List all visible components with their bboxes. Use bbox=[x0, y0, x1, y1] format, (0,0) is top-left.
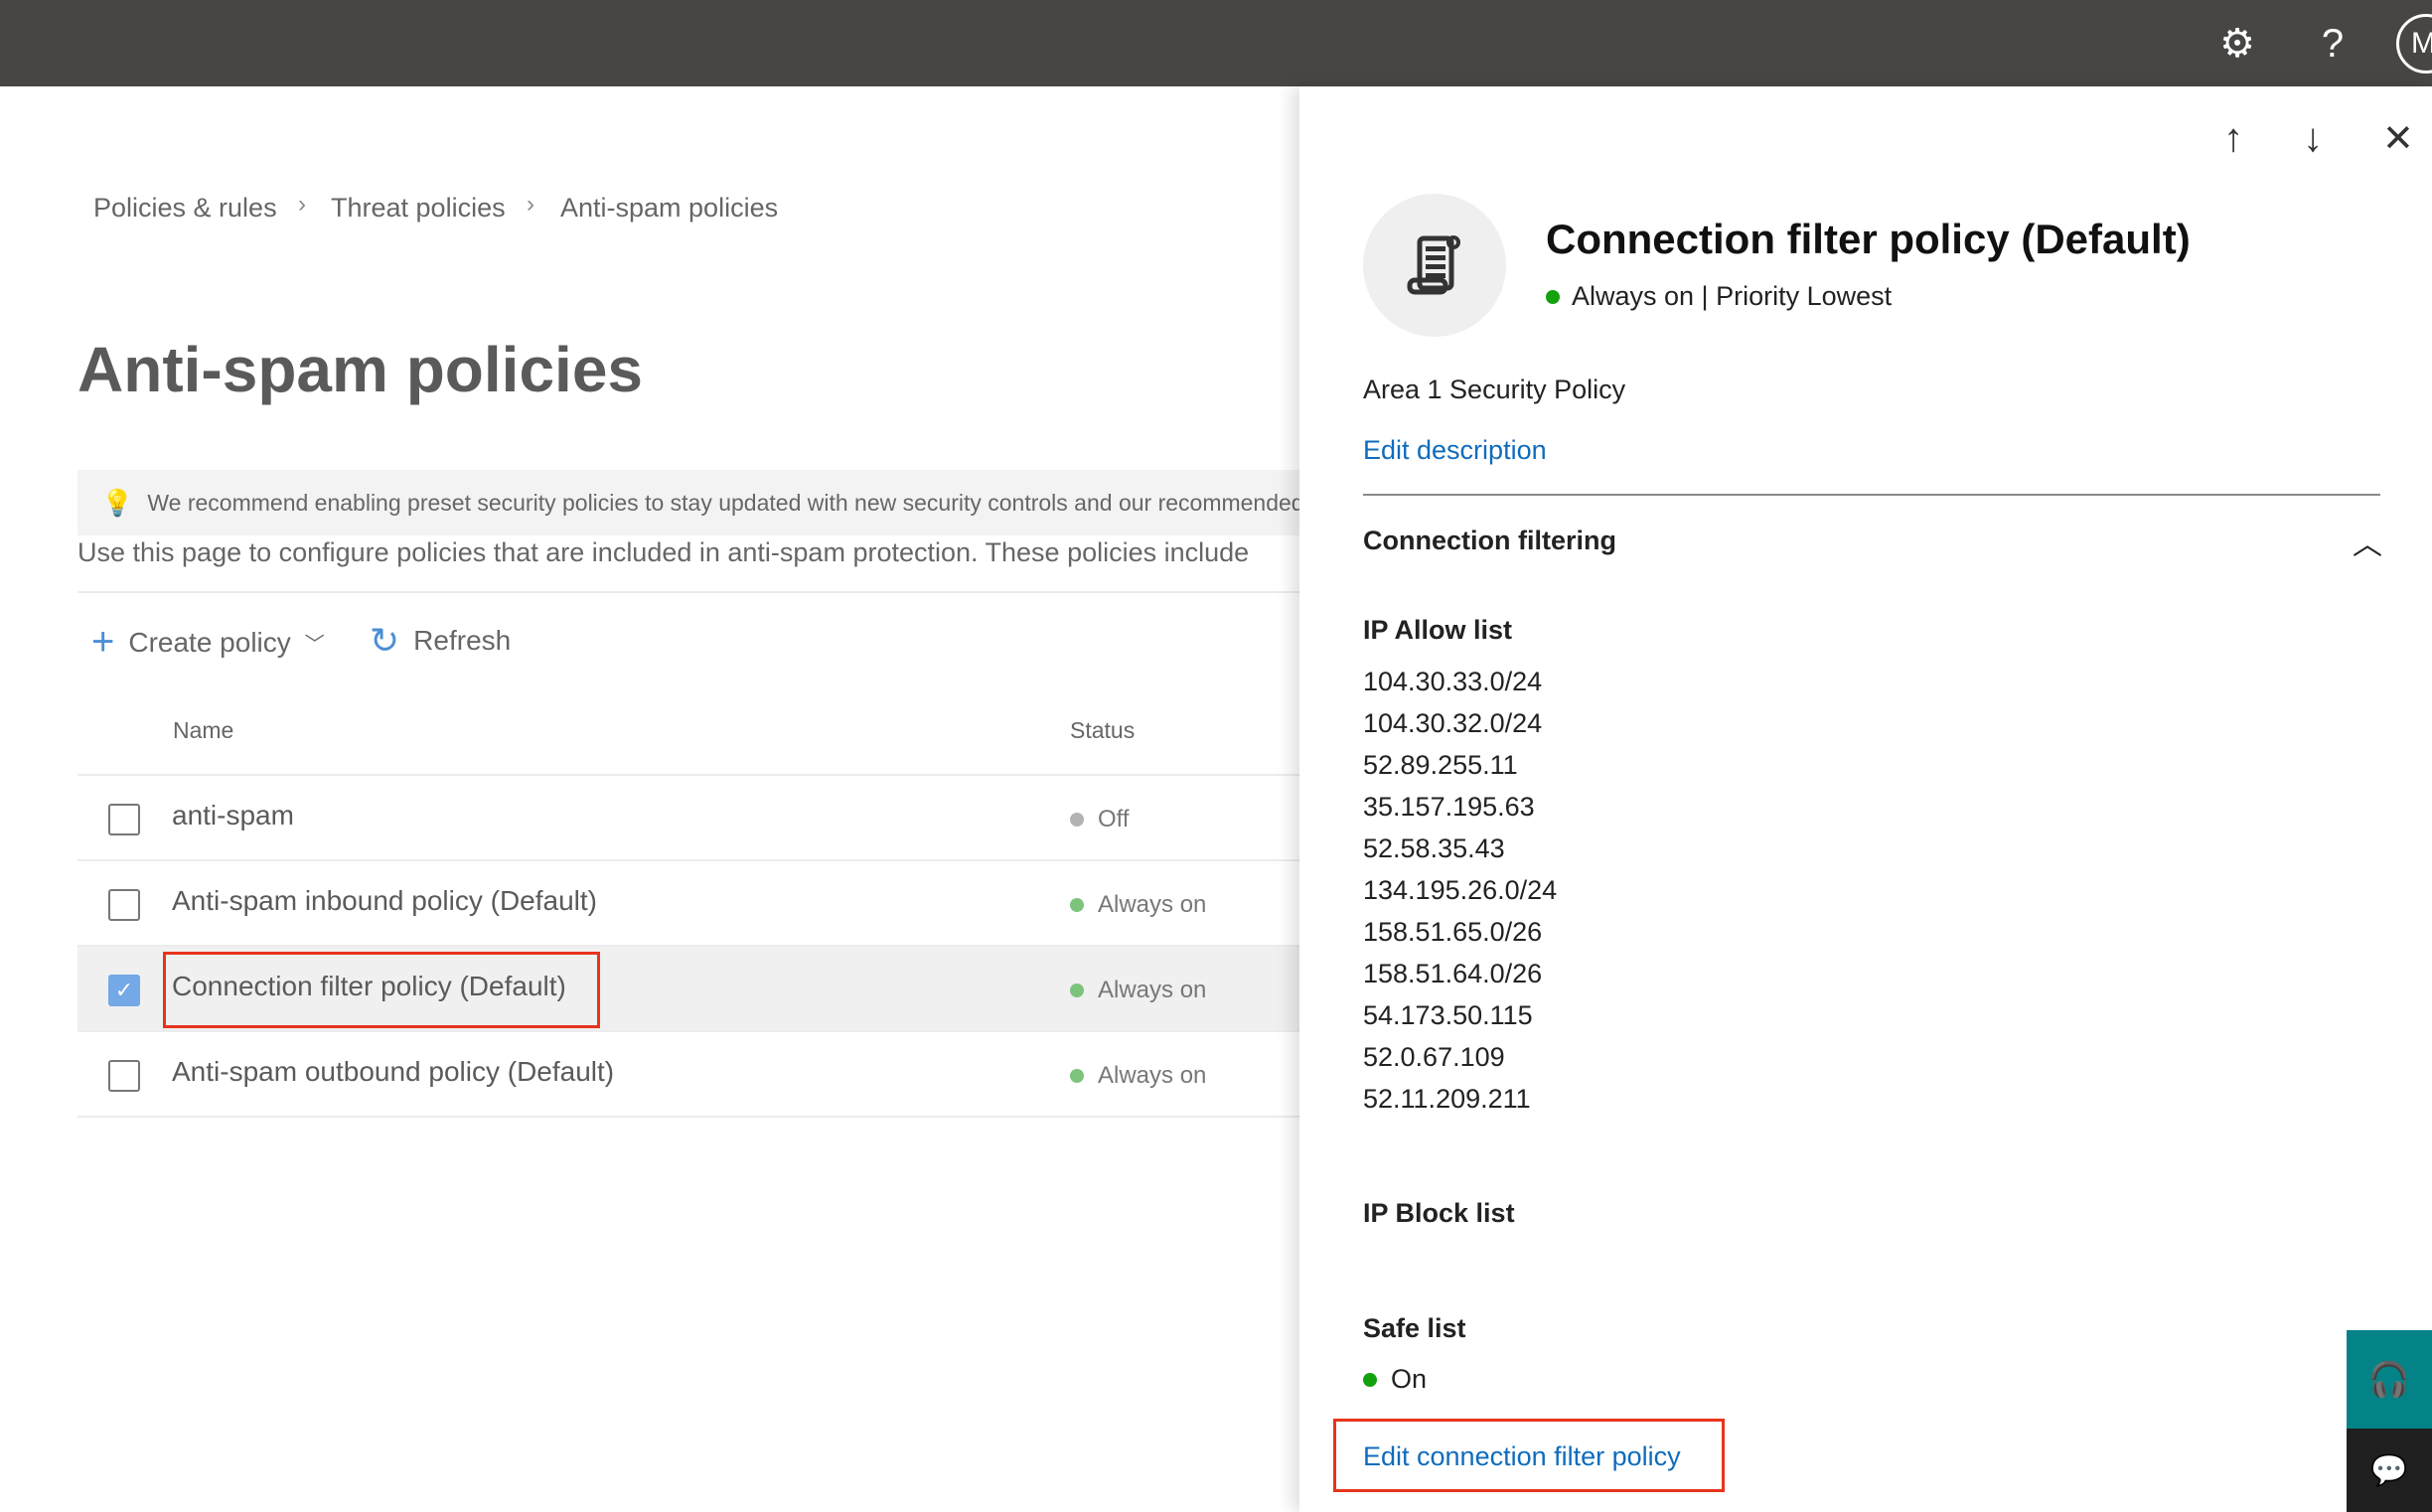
panel-title: Connection filter policy (Default) bbox=[1546, 216, 2191, 262]
row-status: Always on bbox=[1070, 977, 1206, 1004]
row-status: Off bbox=[1070, 806, 1130, 833]
column-header-name[interactable]: Name bbox=[173, 717, 233, 744]
recommendation-banner: 💡 We recommend enabling preset security … bbox=[77, 470, 1309, 535]
feedback-button[interactable]: 💬 bbox=[2347, 1429, 2432, 1512]
panel-status: Always on | Priority Lowest bbox=[1546, 281, 1892, 312]
row-status: Always on bbox=[1070, 1062, 1206, 1090]
ip-allow-entry: 52.89.255.11 bbox=[1363, 750, 1518, 780]
ip-allow-entry: 104.30.32.0/24 bbox=[1363, 708, 1543, 738]
policy-scroll-icon bbox=[1363, 194, 1506, 337]
banner-text: We recommend enabling preset security po… bbox=[147, 489, 1309, 516]
create-policy-button[interactable]: + Create policy ﹀ bbox=[91, 620, 325, 665]
ip-allow-entry: 134.195.26.0/24 bbox=[1363, 875, 1558, 905]
top-bar: ⚙ ? M bbox=[0, 0, 2432, 86]
lightbulb-icon: 💡 bbox=[101, 487, 134, 518]
table-row[interactable]: Anti-spam outbound policy (Default) Alwa… bbox=[77, 1032, 1309, 1118]
refresh-icon: ↻ bbox=[370, 620, 400, 661]
connection-filtering-header[interactable]: Connection filtering bbox=[1363, 526, 1616, 556]
refresh-button[interactable]: ↻ Refresh bbox=[370, 620, 511, 662]
panel-status-text: Always on | Priority Lowest bbox=[1572, 281, 1893, 311]
page-title: Anti-spam policies bbox=[77, 334, 643, 405]
status-dot-icon bbox=[1070, 898, 1084, 912]
status-dot-icon bbox=[1070, 983, 1084, 997]
safe-list-status: On bbox=[1363, 1364, 1427, 1395]
previous-item-arrow-icon[interactable]: ↑ bbox=[2223, 116, 2243, 161]
next-item-arrow-icon[interactable]: ↓ bbox=[2303, 116, 2323, 161]
row-checkbox[interactable] bbox=[108, 889, 140, 921]
avatar[interactable]: M bbox=[2396, 14, 2432, 74]
ip-allow-entry: 52.11.209.211 bbox=[1363, 1084, 1531, 1114]
close-icon[interactable]: ✕ bbox=[2382, 116, 2414, 161]
table-row[interactable]: anti-spam Off bbox=[77, 776, 1309, 861]
ip-allow-entry: 52.58.35.43 bbox=[1363, 833, 1505, 863]
ip-allow-entry: 54.173.50.115 bbox=[1363, 1000, 1533, 1030]
ip-allow-list: 104.30.33.0/24 104.30.32.0/24 52.89.255.11… bbox=[1363, 661, 1557, 1120]
row-status-text: Off bbox=[1098, 806, 1130, 832]
column-header-status[interactable]: Status bbox=[1070, 717, 1135, 744]
support-headset-button[interactable]: 🎧 bbox=[2347, 1330, 2432, 1429]
breadcrumb-separator-icon: › bbox=[527, 191, 534, 218]
row-name[interactable]: Anti-spam inbound policy (Default) bbox=[172, 885, 597, 917]
create-policy-label: Create policy bbox=[128, 626, 291, 658]
plus-icon: + bbox=[91, 620, 115, 664]
refresh-label: Refresh bbox=[413, 625, 512, 656]
ip-allow-entry: 158.51.64.0/26 bbox=[1363, 959, 1543, 988]
safe-list-value: On bbox=[1391, 1364, 1428, 1394]
row-status: Always on bbox=[1070, 891, 1206, 919]
help-icon[interactable]: ? bbox=[2307, 18, 2358, 70]
breadcrumb-anti-spam: Anti-spam policies bbox=[560, 193, 779, 223]
ip-allow-entry: 35.157.195.63 bbox=[1363, 792, 1535, 822]
highlight-box bbox=[1333, 1419, 1725, 1492]
avatar-initial: M bbox=[2411, 27, 2432, 60]
status-dot-icon bbox=[1070, 1069, 1084, 1083]
row-name[interactable]: anti-spam bbox=[172, 800, 294, 832]
policy-description: Area 1 Security Policy bbox=[1363, 375, 1626, 404]
highlight-box bbox=[163, 952, 600, 1028]
feedback-chat-icon: 💬 bbox=[2370, 1453, 2408, 1487]
chevron-down-icon: ﹀ bbox=[304, 634, 325, 656]
divider bbox=[77, 591, 1309, 593]
ip-allow-entry: 104.30.33.0/24 bbox=[1363, 667, 1543, 696]
divider bbox=[1363, 494, 2380, 496]
ip-allow-entry: 158.51.65.0/26 bbox=[1363, 917, 1543, 947]
status-dot-icon bbox=[1546, 289, 1560, 304]
row-checkbox[interactable]: ✓ bbox=[108, 975, 140, 1006]
row-status-text: Always on bbox=[1098, 891, 1207, 918]
ip-allow-entry: 52.0.67.109 bbox=[1363, 1042, 1505, 1072]
row-status-text: Always on bbox=[1098, 977, 1207, 1003]
row-status-text: Always on bbox=[1098, 1062, 1207, 1089]
safe-list-label: Safe list bbox=[1363, 1313, 1466, 1343]
gear-icon[interactable]: ⚙ bbox=[2211, 18, 2263, 70]
chevron-up-icon[interactable]: ︿ bbox=[2353, 520, 2382, 563]
status-dot-icon bbox=[1363, 1372, 1377, 1387]
row-name[interactable]: Anti-spam outbound policy (Default) bbox=[172, 1056, 614, 1088]
ip-allow-list-label: IP Allow list bbox=[1363, 615, 1513, 645]
edit-description-link[interactable]: Edit description bbox=[1363, 435, 1547, 466]
page-description: Use this page to configure policies that… bbox=[77, 537, 1250, 567]
breadcrumb-separator-icon: › bbox=[298, 191, 306, 218]
table-row[interactable]: Anti-spam inbound policy (Default) Alway… bbox=[77, 861, 1309, 947]
details-panel: ↑ ↓ ✕ Connection filter policy (Default)… bbox=[1299, 86, 2432, 1512]
breadcrumb-threat-policies[interactable]: Threat policies bbox=[331, 193, 506, 224]
status-dot-icon bbox=[1070, 813, 1084, 827]
breadcrumb-policies-rules[interactable]: Policies & rules bbox=[93, 193, 277, 224]
row-checkbox[interactable] bbox=[108, 1060, 140, 1092]
ip-block-list-label: IP Block list bbox=[1363, 1198, 1515, 1228]
row-checkbox[interactable] bbox=[108, 804, 140, 835]
headset-icon: 🎧 bbox=[2367, 1360, 2411, 1399]
